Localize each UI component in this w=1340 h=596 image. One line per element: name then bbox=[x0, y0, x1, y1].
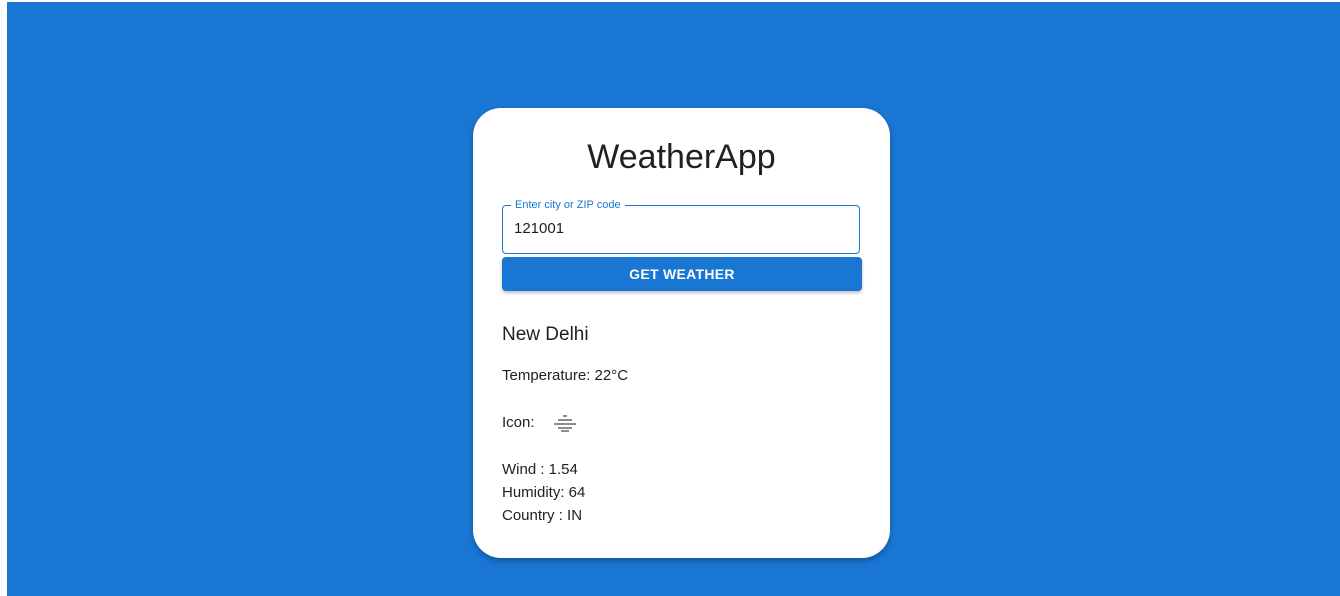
city-search-label: Enter city or ZIP code bbox=[511, 199, 625, 211]
app-background: WeatherApp Enter city or ZIP code GET WE… bbox=[7, 2, 1340, 596]
wind-text: Wind : 1.54 bbox=[502, 461, 578, 478]
city-search-input[interactable] bbox=[514, 220, 844, 237]
temperature-text: Temperature: 22°C bbox=[502, 367, 629, 384]
humidity-text: Humidity: 64 bbox=[502, 484, 586, 501]
city-name: New Delhi bbox=[502, 324, 589, 345]
get-weather-button[interactable]: GET WEATHER bbox=[502, 257, 862, 291]
weather-icon-label: Icon: bbox=[502, 414, 535, 431]
weather-icon-row: Icon: bbox=[502, 414, 577, 432]
weather-card: WeatherApp Enter city or ZIP code GET WE… bbox=[473, 108, 890, 558]
country-text: Country : IN bbox=[502, 507, 583, 524]
mist-icon bbox=[553, 414, 577, 432]
city-search-field[interactable]: Enter city or ZIP code bbox=[502, 199, 860, 254]
app-title: WeatherApp bbox=[587, 138, 776, 176]
